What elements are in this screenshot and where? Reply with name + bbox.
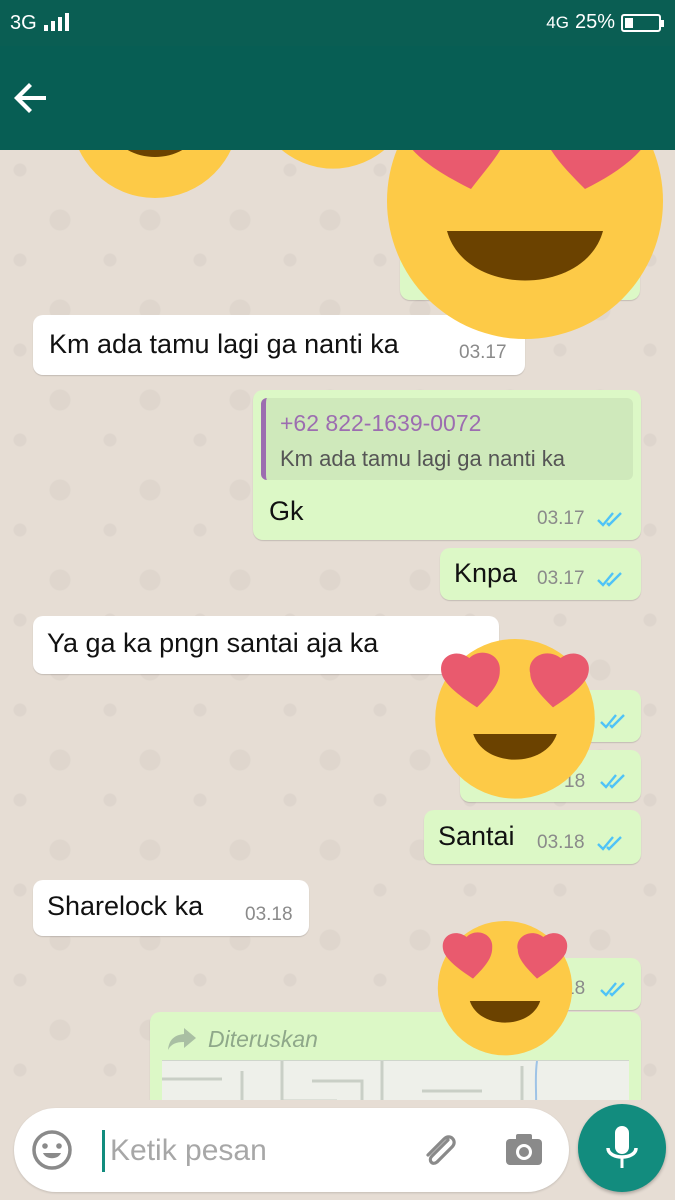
message-bubble-outgoing-reply[interactable]: +62 822-1639-0072 Km ada tamu lagi ga na… [253,390,641,540]
message-time: 03.17 [537,508,585,529]
camera-icon[interactable] [502,1128,546,1172]
network-indicator: 3G [10,12,37,34]
signal-icon [44,13,70,31]
quoted-text: Km ada tamu lagi ga nanti ka [280,446,565,471]
battery-fill [625,17,633,28]
double-tick-icon [600,982,625,997]
chat-header [0,46,675,150]
attachment-icon[interactable] [418,1128,462,1172]
double-tick-icon [597,572,622,587]
heart-eyes-emoji-icon [435,639,595,799]
text-caret [102,1130,105,1172]
chat-area[interactable]: Km ada tamu lagi ga nanti ka 03.17 +62 8… [0,150,675,1100]
battery-icon [621,13,664,32]
message-time: 03.18 [245,904,293,925]
message-time: 03.17 [537,568,585,589]
message-text: Knpa [454,558,518,588]
forwarded-label: Diteruskan [208,1026,318,1052]
message-bubble-outgoing[interactable]: Santai 03.18 [424,810,641,864]
message-bubble-incoming[interactable]: Sharelock ka 03.18 [33,880,309,936]
location-map[interactable] [162,1060,629,1100]
mic-icon [606,1126,638,1168]
quoted-sender: +62 822-1639-0072 [280,410,482,436]
message-time: 03.18 [537,832,585,853]
heart-eyes-emoji-icon [437,921,573,1056]
message-text: Gk [269,496,304,526]
heart-eyes-emoji-icon [79,150,231,198]
status-bar: 3G 4G 25% [0,0,675,46]
message-bubble-outgoing[interactable]: Knpa 03.17 [440,548,641,600]
back-button[interactable] [10,76,54,120]
compose-bar [0,1100,675,1200]
message-text: Santai [438,821,515,851]
emoji-icon[interactable] [30,1128,74,1172]
message-time: 03.17 [459,342,507,363]
map-roads [162,1060,538,1100]
double-tick-icon [597,512,622,527]
back-arrow-icon [14,83,46,113]
message-text: Sharelock ka [47,891,204,921]
battery-percent: 25% [574,11,615,33]
network-indicator-right: 4G [546,12,569,32]
message-input[interactable] [108,1128,412,1174]
message-input-box[interactable] [14,1108,569,1192]
message-text: Ya ga ka pngn santai aja ka [47,628,379,658]
heart-eyes-emoji-icon [387,150,663,339]
forward-icon [168,1028,196,1050]
double-tick-icon [597,836,622,851]
mic-button[interactable] [578,1104,666,1192]
message-text: Km ada tamu lagi ga nanti ka [49,329,399,359]
quoted-message[interactable]: +62 822-1639-0072 Km ada tamu lagi ga na… [261,398,633,480]
